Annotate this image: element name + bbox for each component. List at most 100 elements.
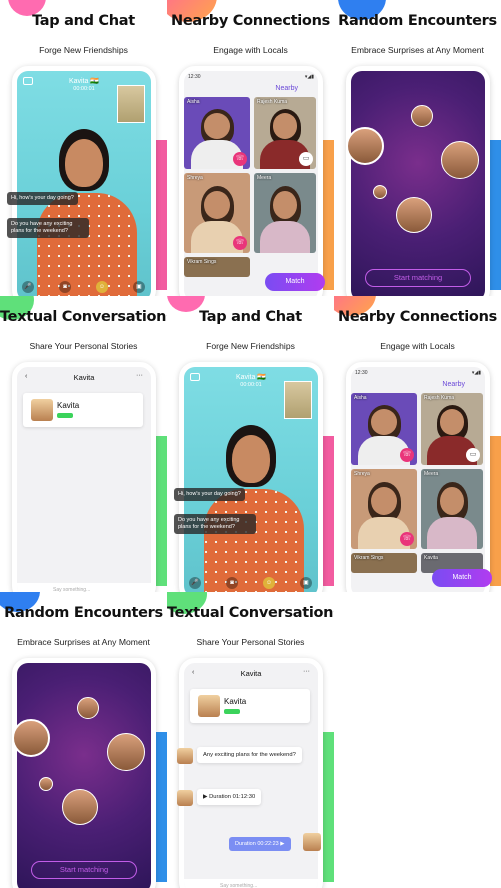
start-matching-button[interactable]: Start matching (31, 861, 137, 879)
chat-bubble: Do you have any exciting plans for the w… (7, 218, 89, 239)
phone-frame: Kavita 🇮🇳 00:00:01 (179, 362, 323, 592)
tile-title: Random Encounters (4, 605, 163, 621)
matching-screen: Start matching (17, 663, 151, 888)
self-preview[interactable] (284, 381, 312, 419)
mic-icon[interactable]: 🎤 (189, 577, 201, 589)
matching-screen: Start matching (351, 71, 485, 296)
user-avatar[interactable] (107, 733, 145, 771)
chat-bubble: Hi, how's your day going? (7, 192, 78, 206)
profile-card[interactable]: Kavita (23, 393, 143, 427)
call-record-outgoing: Duration 00:22:23 ▶ (229, 837, 291, 851)
user-avatar[interactable] (12, 719, 50, 757)
tile-subtitle: Share Your Personal Stories (29, 341, 138, 351)
call-icon[interactable]: ☏ (233, 152, 247, 166)
user-card[interactable]: Rajesh Kuma ▭ (421, 393, 483, 465)
call-record: ▶ Duration 01:12:30 (197, 789, 262, 805)
phone-frame: 12:30 ▾◢▮ Nearby Aisha ☏ Rajesh Kuma ▭ Sh… (346, 362, 490, 592)
tile-subtitle: Engage with Locals (380, 341, 455, 351)
user-card[interactable]: Shreya ☏ (184, 173, 250, 253)
more-icon[interactable]: ··· (303, 668, 310, 675)
camera-icon[interactable]: ◙ (226, 577, 238, 589)
phone-frame: Kavita 🇮🇳 00:00:01 (12, 66, 156, 296)
chat-bubble: Hi, how's your day going? (174, 488, 245, 502)
phone-frame: Start matching (346, 66, 490, 296)
tile-nearby-connections: Nearby Connections Engage with Locals 12… (334, 296, 501, 592)
status-bar: 12:30 ▾◢▮ (355, 370, 481, 376)
user-avatar[interactable] (62, 789, 98, 825)
caller-video (37, 121, 137, 296)
caller-video (204, 417, 304, 592)
caller-name: Kavita 🇮🇳 (68, 78, 100, 85)
message-bubble: Any exciting plans for the weekend? (197, 747, 302, 763)
decor-bar (155, 436, 167, 586)
user-card[interactable]: Meera (254, 173, 316, 253)
decor-bar (489, 140, 501, 290)
self-preview[interactable] (117, 85, 145, 123)
chat-header: Kavita (73, 373, 95, 382)
message-input[interactable]: Say something... (184, 879, 318, 888)
phone-frame: ‹ Kavita ··· Kavita Say something... (179, 658, 323, 888)
mic-icon[interactable]: 🎤 (22, 281, 34, 293)
phone-frame: ‹ Kavita ··· Kavita Say something... (12, 362, 156, 592)
user-card[interactable]: Rajesh Kuma ▭ (254, 97, 316, 169)
user-avatar[interactable] (396, 197, 432, 233)
call-icon[interactable]: ☏ (233, 236, 247, 250)
call-icon[interactable]: ☏ (400, 448, 414, 462)
user-card[interactable]: Shreya ☏ (351, 469, 417, 549)
tile-title: Tap and Chat (199, 309, 302, 325)
tile-nearby-connections: Nearby Connections Engage with Locals 12… (167, 0, 334, 296)
decor-bar (322, 140, 334, 290)
video-call-screen: Kavita 🇮🇳 00:00:01 (184, 367, 318, 592)
message-icon[interactable]: ▭ (299, 152, 313, 166)
avatar (303, 833, 321, 851)
tab-nearby[interactable]: Nearby (442, 381, 465, 388)
call-toolbar: 🎤 ◙ ☺ ▣ (189, 577, 312, 591)
tile-title: Textual Conversations (167, 605, 334, 621)
more-icon[interactable]: ··· (136, 372, 143, 379)
match-button[interactable]: Match (265, 273, 325, 291)
chat-header: Kavita (240, 669, 262, 678)
user-avatar[interactable] (346, 127, 384, 165)
tile-title: Nearby Connections (171, 13, 330, 29)
tab-nearby[interactable]: Nearby (275, 85, 298, 92)
start-matching-button[interactable]: Start matching (365, 269, 471, 287)
message-input[interactable]: Say something... (17, 583, 151, 592)
user-card[interactable]: Aisha ☏ (351, 393, 417, 465)
hangup-icon[interactable]: ▣ (133, 281, 145, 293)
tile-title: Random Encounters (338, 13, 497, 29)
user-card[interactable]: Vikram Sings (184, 257, 250, 277)
tile-subtitle: Forge New Friendships (206, 341, 295, 351)
phone-frame: Start matching (12, 658, 156, 888)
user-avatar[interactable] (373, 185, 387, 199)
decor-bar (155, 732, 167, 882)
decor-bar (155, 140, 167, 290)
tile-random-encounters: Random Encounters Embrace Surprises at A… (334, 0, 501, 296)
decor-bar (322, 732, 334, 882)
tile-tap-and-chat: Tap and Chat Forge New Friendships Kavit… (167, 296, 334, 592)
hangup-icon[interactable]: ▣ (300, 577, 312, 589)
decor-bar (489, 436, 501, 586)
user-card[interactable]: Aisha ☏ (184, 97, 250, 169)
user-avatar[interactable] (77, 697, 99, 719)
caller-name: Kavita 🇮🇳 (235, 374, 267, 381)
call-toolbar: 🎤 ◙ ☺ ▣ (22, 281, 145, 295)
tile-textual-conversations: Textual Conversations Share Your Persona… (0, 296, 167, 592)
user-avatar[interactable] (411, 105, 433, 127)
camera-icon[interactable]: ◙ (59, 281, 71, 293)
tile-subtitle: Embrace Surprises at Any Moment (17, 637, 150, 647)
user-card[interactable]: Meera (421, 469, 483, 549)
gift-icon[interactable]: ☺ (96, 281, 108, 293)
tile-subtitle: Share Your Personal Stories (196, 637, 305, 647)
user-avatar[interactable] (441, 141, 479, 179)
user-card[interactable]: Vikram Sings (351, 553, 417, 573)
message-icon[interactable]: ▭ (466, 448, 480, 462)
tile-title: Textual Conversations (0, 309, 167, 325)
match-button[interactable]: Match (432, 569, 492, 587)
call-icon[interactable]: ☏ (400, 532, 414, 546)
user-avatar[interactable] (39, 777, 53, 791)
gift-icon[interactable]: ☺ (263, 577, 275, 589)
avatar (177, 748, 193, 764)
status-bar: 12:30 ▾◢▮ (188, 74, 314, 80)
tile-title: Nearby Connections (338, 309, 497, 325)
profile-card[interactable]: Kavita (190, 689, 310, 723)
